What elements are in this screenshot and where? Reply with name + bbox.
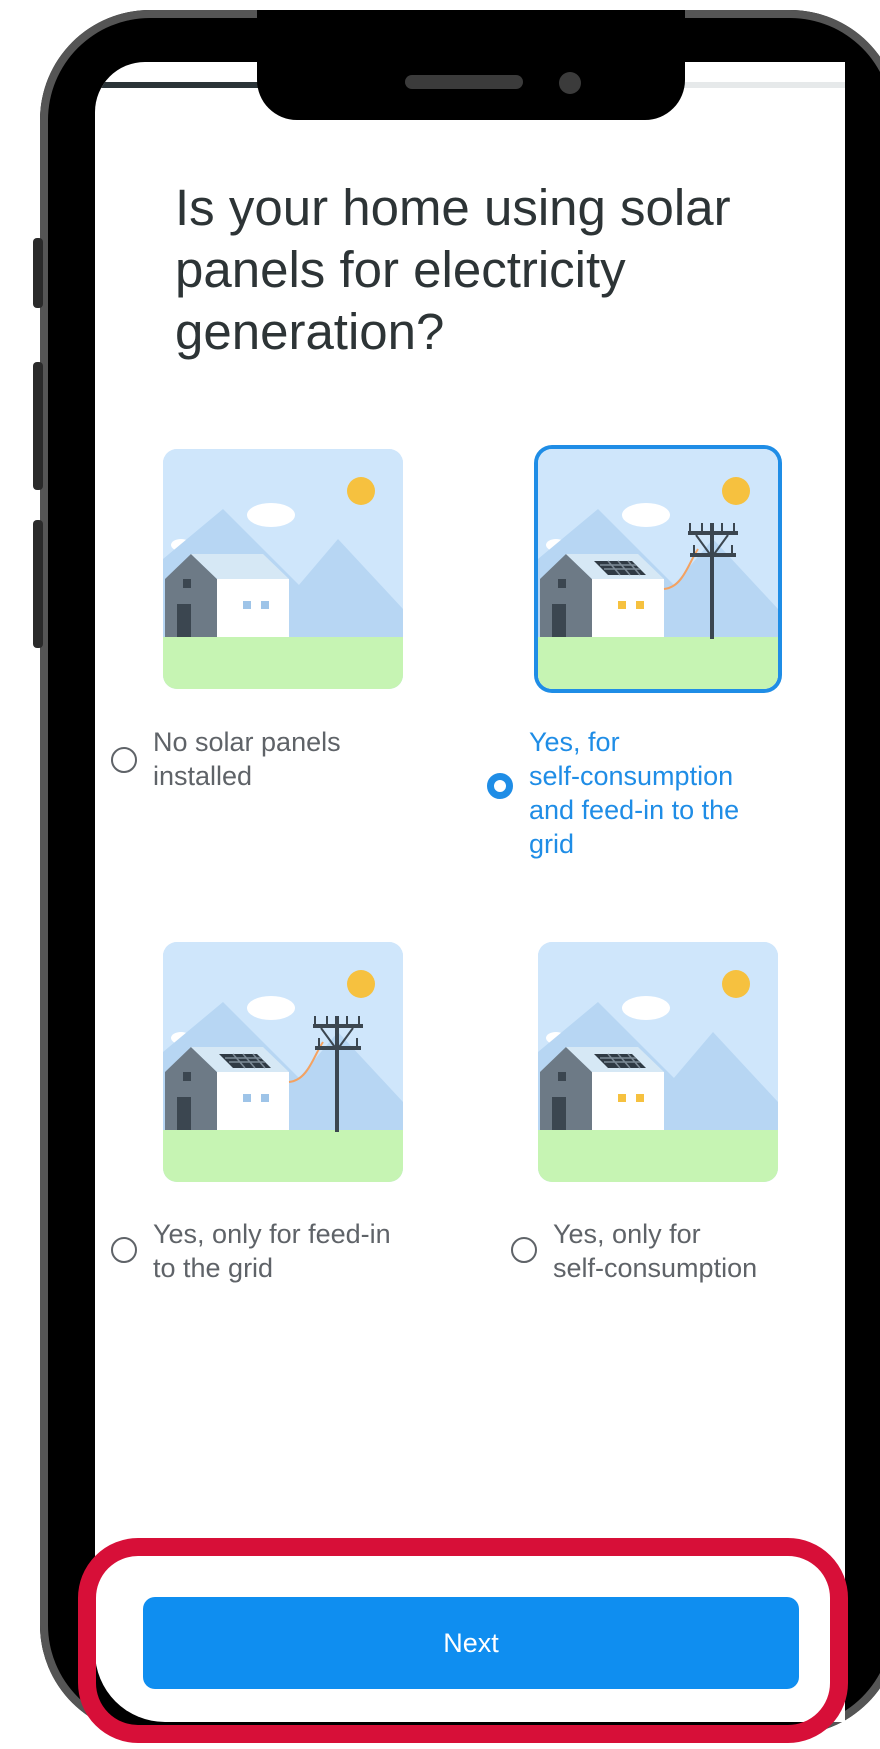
option-label: Yes, only for self-consumption xyxy=(553,1217,757,1285)
option-label-line: installed xyxy=(153,761,253,791)
option-feed-in-only[interactable]: Yes, only for feed-in to the grid xyxy=(111,1217,391,1285)
house-solar-pole-illustration xyxy=(538,449,778,689)
radio-button[interactable] xyxy=(111,747,137,773)
option-self-consumption-only[interactable]: Yes, only for self-consumption xyxy=(511,1217,757,1285)
option-image-self-consumption-only[interactable] xyxy=(538,942,778,1182)
option-label-line: No solar panels xyxy=(153,727,341,757)
option-image-no-solar[interactable] xyxy=(163,449,403,689)
phone-notch xyxy=(257,10,685,120)
option-image-self-and-feed-in[interactable] xyxy=(538,449,778,689)
option-label-line: self-consumption xyxy=(553,1253,758,1283)
question-line: generation? xyxy=(175,303,445,360)
radio-button[interactable] xyxy=(511,1237,537,1263)
speaker-icon xyxy=(405,75,523,89)
option-label-line: Yes, only for xyxy=(553,1219,701,1249)
next-button[interactable]: Next xyxy=(143,1597,799,1689)
option-self-and-feed-in[interactable]: Yes, for self-consumption and feed-in to… xyxy=(487,725,739,861)
camera-icon xyxy=(559,72,581,94)
option-label-line: to the grid xyxy=(153,1253,274,1283)
question-title: Is your home using solar panels for elec… xyxy=(175,177,775,363)
option-label-line: grid xyxy=(529,829,575,859)
radio-button-selected[interactable] xyxy=(487,773,513,799)
option-no-solar[interactable]: No solar panels installed xyxy=(111,725,341,793)
option-label: Yes, for self-consumption and feed-in to… xyxy=(529,725,739,861)
app-screen: Is your home using solar panels for elec… xyxy=(95,62,845,1722)
option-image-feed-in-only[interactable] xyxy=(163,942,403,1182)
phone-side-button xyxy=(33,362,43,490)
question-line: panels for electricity xyxy=(175,241,626,298)
option-label: Yes, only for feed-in to the grid xyxy=(153,1217,391,1285)
option-label-line: and feed-in to the xyxy=(529,795,740,825)
phone-side-button xyxy=(33,520,43,648)
radio-button[interactable] xyxy=(111,1237,137,1263)
phone-side-button xyxy=(33,238,43,308)
house-solar-pole-illustration xyxy=(163,942,403,1182)
house-illustration xyxy=(163,449,403,689)
option-label-line: self-consumption xyxy=(529,761,734,791)
option-label-line: Yes, for xyxy=(529,727,620,757)
progress-bar-track xyxy=(675,82,845,88)
option-label: No solar panels installed xyxy=(153,725,341,793)
question-line: Is your home using solar xyxy=(175,179,731,236)
house-solar-illustration xyxy=(538,942,778,1182)
option-label-line: Yes, only for feed-in xyxy=(153,1219,391,1249)
